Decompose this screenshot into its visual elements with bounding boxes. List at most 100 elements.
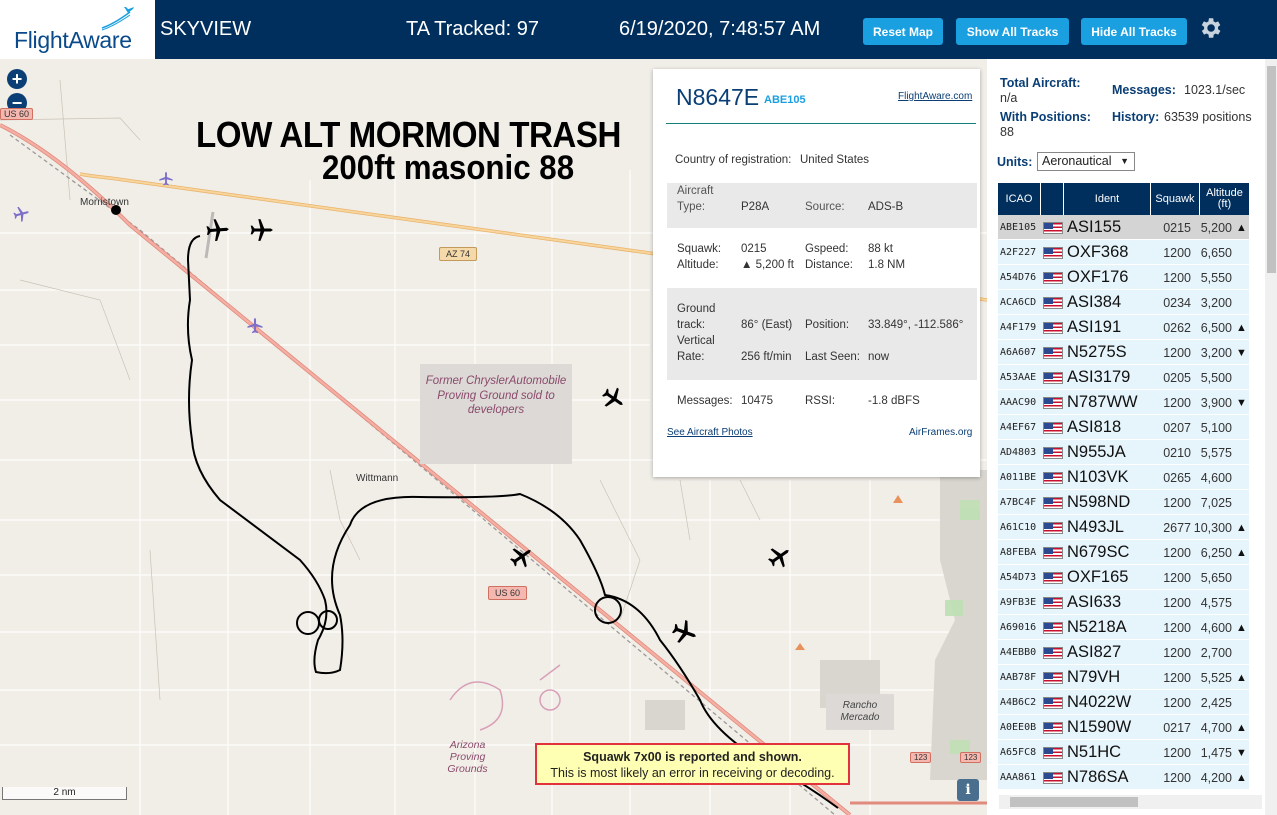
row-trend: ▲: [1236, 321, 1247, 334]
zoom-in-button[interactable]: +: [7, 69, 27, 89]
row-ident: N51HC: [1067, 743, 1122, 761]
table-row[interactable]: ABE105 ASI155 0215 5,200 ▲: [998, 215, 1249, 240]
table-row[interactable]: AD4803 N955JA 0210 5,575: [998, 440, 1249, 465]
aircraft-icon[interactable]: [766, 544, 792, 570]
table-row[interactable]: AAA861 N786SA 1200 4,200 ▲: [998, 765, 1249, 790]
messages-rate-label: Messages:: [1112, 83, 1176, 97]
units-label: Units:: [997, 155, 1033, 169]
table-row[interactable]: AAB78F N79VH 1200 5,525 ▲: [998, 665, 1249, 690]
altitude-value: ▲ 5,200 ft: [741, 259, 794, 271]
aircraft-icon[interactable]: [670, 618, 698, 646]
squawk-warning: Squawk 7x00 is reported and shown. This …: [535, 743, 850, 785]
us-flag-icon: [1043, 415, 1063, 440]
flightaware-logo[interactable]: FlightAware: [0, 0, 155, 59]
row-trend: ▲: [1236, 621, 1247, 634]
table-row[interactable]: A6A607 N5275S 1200 3,200 ▼: [998, 340, 1249, 365]
table-row[interactable]: AAAC90 N787WW 1200 3,900 ▼: [998, 390, 1249, 415]
us-flag-icon: [1043, 290, 1063, 315]
table-row[interactable]: A8FEBA N679SC 1200 6,250 ▲: [998, 540, 1249, 565]
row-altitude: 5,100: [1200, 420, 1232, 435]
table-row[interactable]: A0EE0B N1590W 0217 4,700 ▲: [998, 715, 1249, 740]
table-row[interactable]: A53AAE ASI3179 0205 5,500: [998, 365, 1249, 390]
table-row[interactable]: A4B6C2 N4022W 1200 2,425: [998, 690, 1249, 715]
row-squawk: 1200: [1163, 245, 1191, 260]
table-row[interactable]: A69016 N5218A 1200 4,600 ▲: [998, 615, 1249, 640]
show-all-tracks-button[interactable]: Show All Tracks: [956, 18, 1069, 45]
row-trend: ▼: [1236, 396, 1247, 409]
row-ident: OXF368: [1067, 243, 1129, 261]
aircraft-icon[interactable]: [12, 205, 30, 223]
logo-text: FlightAware: [14, 27, 132, 53]
row-altitude: 2,700: [1200, 645, 1232, 660]
row-ident: N786SA: [1067, 768, 1129, 786]
route-123-label: 123: [910, 752, 932, 763]
squawk-warning-title: Squawk 7x00 is reported and shown.: [583, 750, 802, 764]
aircraft-type-value: P28A: [741, 201, 770, 213]
row-icao: AAAC90: [1000, 397, 1037, 408]
units-select[interactable]: Aeronautical ▼: [1037, 152, 1135, 171]
col-icao[interactable]: ICAO: [998, 183, 1040, 215]
aircraft-icon[interactable]: [508, 544, 534, 570]
us-flag-icon: [1043, 340, 1063, 365]
reset-map-button[interactable]: Reset Map: [863, 18, 943, 45]
total-aircraft-label: Total Aircraft:: [1000, 76, 1081, 90]
aircraft-icon[interactable]: [600, 385, 626, 411]
gear-icon[interactable]: [1197, 15, 1223, 41]
us-flag-icon: [1043, 240, 1063, 265]
row-ident: ASI827: [1067, 643, 1122, 661]
row-icao: ACA6CD: [1000, 297, 1037, 308]
row-squawk: 1200: [1163, 595, 1191, 610]
aircraft-info-popup: N8647E ABE105 FlightAware.com Country of…: [653, 69, 980, 477]
table-row[interactable]: A54D76 OXF176 1200 5,550: [998, 265, 1249, 290]
row-ident: ASI3179: [1067, 368, 1131, 386]
table-row[interactable]: A9FB3E ASI633 1200 4,575: [998, 590, 1249, 615]
row-squawk: 0234: [1163, 295, 1191, 310]
distance-label: Distance:: [805, 259, 853, 271]
horizontal-scrollbar-thumb[interactable]: [1010, 797, 1138, 807]
row-icao: A65FC8: [1000, 747, 1037, 758]
row-altitude: 5,575: [1200, 445, 1232, 460]
info-icon[interactable]: i: [957, 779, 979, 801]
row-squawk: 1200: [1163, 270, 1191, 285]
us-flag-icon: [1043, 215, 1063, 240]
table-row[interactable]: A7BC4F N598ND 1200 7,025: [998, 490, 1249, 515]
row-squawk: 1200: [1163, 345, 1191, 360]
row-squawk: 0217: [1163, 720, 1191, 735]
row-icao: A9FB3E: [1000, 597, 1037, 608]
us-flag-icon: [1043, 665, 1063, 690]
aircraft-icon[interactable]: [158, 171, 174, 187]
us-flag-icon: [1043, 515, 1063, 540]
col-flag[interactable]: [1041, 183, 1063, 215]
table-row[interactable]: A4EBB0 ASI827 1200 2,700: [998, 640, 1249, 665]
messages-value: 10475: [741, 395, 773, 407]
gspeed-label: Gspeed:: [805, 243, 849, 255]
table-row[interactable]: A54D73 OXF165 1200 5,650: [998, 565, 1249, 590]
popup-registration: N8647E: [676, 84, 760, 110]
table-row[interactable]: ACA6CD ASI384 0234 3,200: [998, 290, 1249, 315]
col-ident[interactable]: Ident: [1064, 183, 1150, 215]
table-row[interactable]: A2F227 OXF368 1200 6,650: [998, 240, 1249, 265]
row-altitude: 2,425: [1200, 695, 1232, 710]
table-row[interactable]: A4F179 ASI191 0262 6,500 ▲: [998, 315, 1249, 340]
row-ident: N598ND: [1067, 493, 1131, 511]
table-row[interactable]: A65FC8 N51HC 1200 1,475 ▼: [998, 740, 1249, 765]
aircraft-selected-icon[interactable]: [204, 217, 230, 243]
flightaware-link[interactable]: FlightAware.com: [898, 91, 972, 102]
col-altitude[interactable]: Altitude (ft): [1200, 183, 1249, 215]
row-ident: N787WW: [1067, 393, 1138, 411]
airframes-link[interactable]: AirFrames.org: [909, 427, 972, 438]
aircraft-icon[interactable]: [248, 217, 274, 243]
row-icao: A011BE: [1000, 472, 1037, 483]
aircraft-photos-link[interactable]: See Aircraft Photos: [667, 427, 753, 438]
col-squawk[interactable]: Squawk: [1151, 183, 1199, 215]
vertical-scrollbar-thumb[interactable]: [1267, 66, 1276, 273]
map-annotation-line2: 200ft masonic 88: [322, 149, 575, 187]
aircraft-icon[interactable]: [246, 317, 264, 335]
table-row[interactable]: A4EF67 ASI818 0207 5,100: [998, 415, 1249, 440]
row-altitude: 5,650: [1200, 570, 1232, 585]
hide-all-tracks-button[interactable]: Hide All Tracks: [1081, 18, 1187, 45]
row-trend: ▲: [1236, 546, 1247, 559]
row-ident: ASI818: [1067, 418, 1122, 436]
table-row[interactable]: A011BE N103VK 0265 4,600: [998, 465, 1249, 490]
table-row[interactable]: A61C10 N493JL 2677 10,300 ▲: [998, 515, 1249, 540]
